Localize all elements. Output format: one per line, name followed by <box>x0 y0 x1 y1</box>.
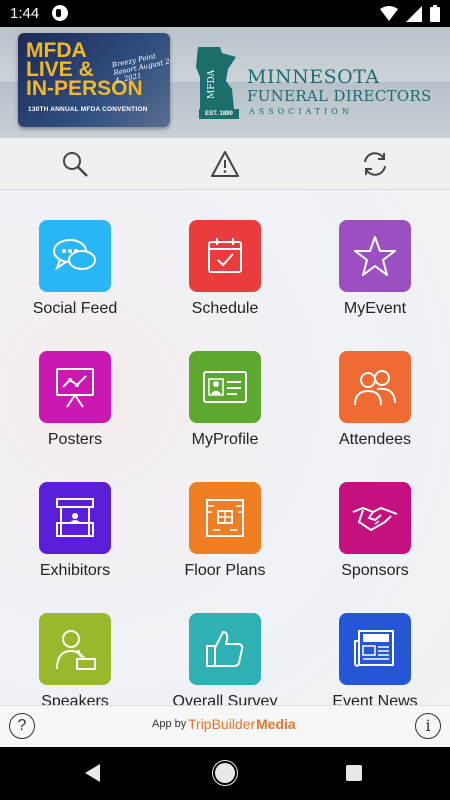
recent-apps-icon[interactable] <box>346 765 362 781</box>
help-button[interactable]: ? <box>9 713 35 739</box>
footer-bar: ? App by TripBuilder Media i <box>0 705 450 747</box>
refresh-button[interactable] <box>357 146 393 182</box>
mfda-est-label: EST. 1890 <box>199 109 239 119</box>
tile-myprofile[interactable]: MyProfile <box>150 321 300 452</box>
tile-sponsors[interactable]: Sponsors <box>300 452 450 583</box>
tile-icon-box <box>39 351 111 423</box>
tile-icon-box <box>189 482 261 554</box>
tile-exhibitors[interactable]: Exhibitors <box>0 452 150 583</box>
presentation-board-icon <box>56 368 94 408</box>
association-name-line2: FUNERAL DIRECTORS <box>247 87 432 105</box>
search-button[interactable] <box>57 146 93 182</box>
mfda-abbrev: MFDA <box>207 69 217 99</box>
association-name-line1: MINNESOTA <box>247 66 380 88</box>
tile-myevent[interactable]: MyEvent <box>300 190 450 321</box>
tile-label: Floor Plans <box>184 562 266 579</box>
cellular-signal-icon <box>406 5 422 22</box>
search-icon <box>63 152 88 177</box>
alerts-button[interactable] <box>207 146 243 182</box>
tile-attendees[interactable]: Attendees <box>300 321 450 452</box>
star-icon <box>354 236 396 276</box>
feature-grid: Social Feed Schedule MyEvent Posters MyP… <box>0 190 450 705</box>
tile-schedule[interactable]: Schedule <box>150 190 300 321</box>
tile-label: Sponsors <box>341 562 409 579</box>
home-icon[interactable] <box>215 763 235 783</box>
tile-icon-box <box>189 220 261 292</box>
convention-logo: MFDA LIVE & IN-PERSON Breezy Point Resor… <box>18 33 173 127</box>
convention-logo-subtitle: 130TH ANNUAL MFDA CONVENTION <box>28 106 148 113</box>
tile-label: Posters <box>47 431 103 448</box>
tile-floor-plans[interactable]: Floor Plans <box>150 452 300 583</box>
tile-label: MyProfile <box>191 431 259 448</box>
tile-icon-box <box>189 613 261 685</box>
tile-icon-box <box>39 220 111 292</box>
minnesota-map-icon: MFDA <box>196 47 236 109</box>
toolbar <box>0 138 450 190</box>
notification-app-icon <box>52 5 68 21</box>
tile-icon-box <box>339 482 411 554</box>
refresh-icon <box>364 152 386 176</box>
floor-plan-icon <box>206 499 244 537</box>
newspaper-icon <box>354 630 394 667</box>
brand-name-part2[interactable]: Media <box>256 716 296 732</box>
tile-label: MyEvent <box>343 300 407 317</box>
battery-icon <box>430 5 440 22</box>
alert-icon <box>211 151 239 177</box>
tile-icon-box <box>39 613 111 685</box>
speaker-podium-icon <box>56 630 96 670</box>
tile-label: Overall Survey <box>172 693 278 705</box>
tile-label: Attendees <box>338 431 412 448</box>
event-banner: MFDA LIVE & IN-PERSON Breezy Point Resor… <box>0 27 450 138</box>
back-icon[interactable] <box>85 764 100 782</box>
status-bar: 1:44 <box>0 0 450 27</box>
tile-label: Speakers <box>41 693 109 705</box>
tile-posters[interactable]: Posters <box>0 321 150 452</box>
association-name-line3: ASSOCIATION <box>249 107 353 116</box>
tile-label: Event News <box>332 693 418 705</box>
chat-bubbles-icon <box>53 239 96 271</box>
tile-speakers[interactable]: Speakers <box>0 583 150 705</box>
credit-prefix: App by <box>152 718 187 730</box>
tile-label: Exhibitors <box>39 562 111 579</box>
tile-overall-survey[interactable]: Overall Survey <box>150 583 300 705</box>
tile-event-news[interactable]: Event News <box>300 583 450 705</box>
tile-icon-box <box>339 220 411 292</box>
wifi-icon <box>380 5 398 21</box>
tile-icon-box <box>339 351 411 423</box>
tile-icon-box <box>339 613 411 685</box>
tile-label: Schedule <box>191 300 259 317</box>
brand-name-part1[interactable]: TripBuilder <box>188 716 255 732</box>
id-card-icon <box>203 371 247 403</box>
info-button[interactable]: i <box>415 713 441 739</box>
convention-logo-script: Breezy Point Resort August 2-4, 2021 <box>111 52 173 85</box>
thumbs-up-icon <box>206 631 244 667</box>
tile-icon-box <box>189 351 261 423</box>
people-icon <box>354 370 396 406</box>
handshake-icon <box>352 506 398 532</box>
status-time: 1:44 <box>10 5 40 22</box>
system-nav-bar <box>0 747 450 800</box>
tile-social-feed[interactable]: Social Feed <box>0 190 150 321</box>
tile-icon-box <box>39 482 111 554</box>
booth-icon <box>56 498 94 537</box>
calendar-check-icon <box>208 238 242 273</box>
tile-label: Social Feed <box>32 300 118 317</box>
